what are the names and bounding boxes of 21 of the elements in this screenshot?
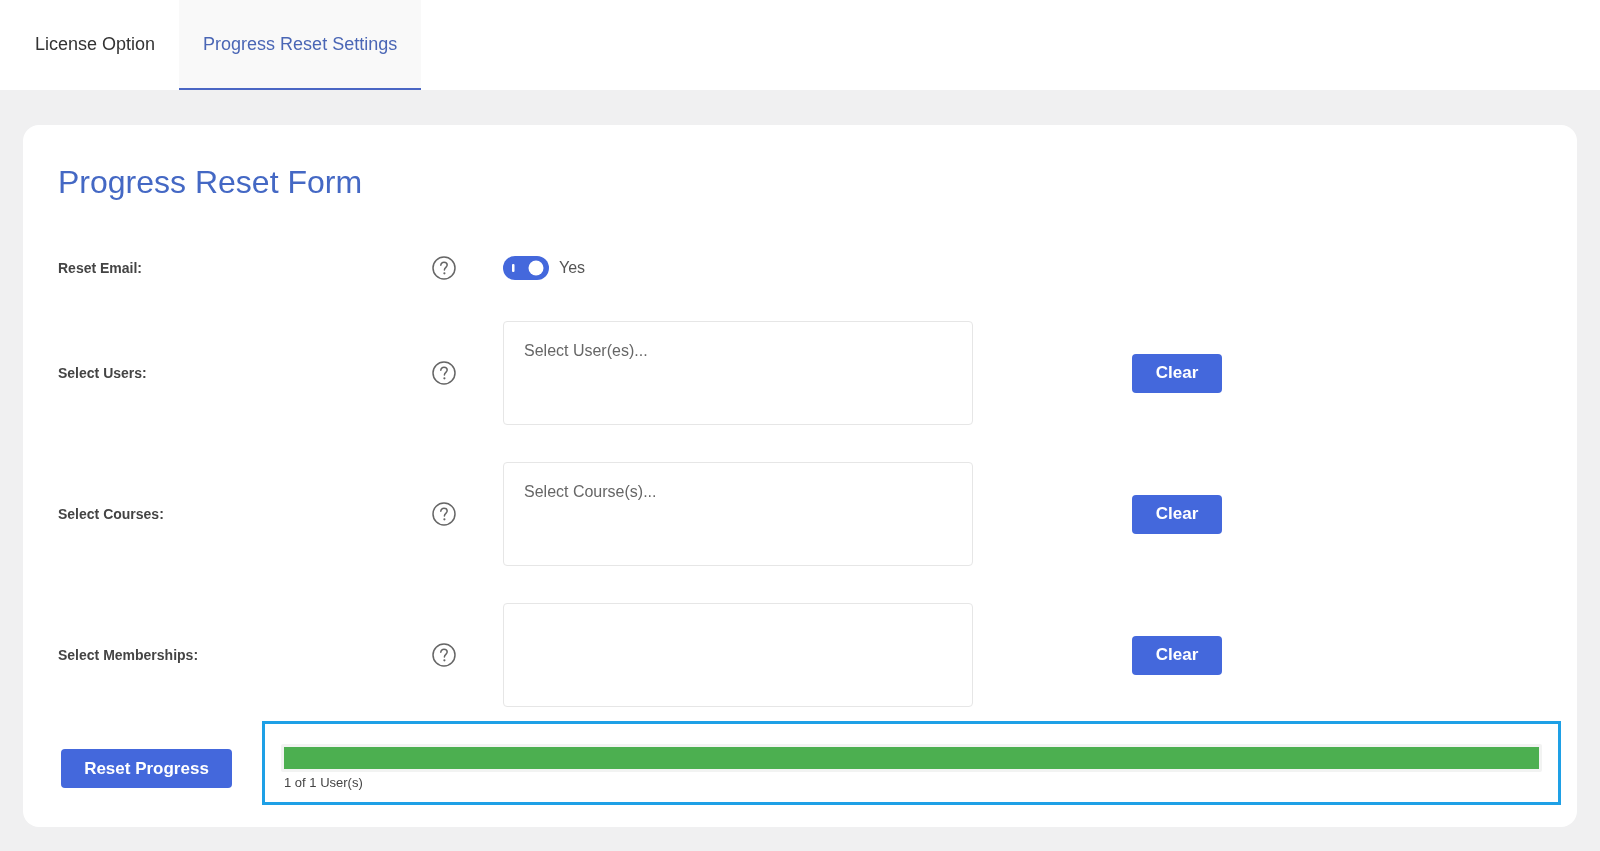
tab[interactable]: Progress Reset Settings <box>179 0 422 90</box>
help-icon[interactable] <box>432 361 456 385</box>
multiselect-field[interactable]: Select Course(s)... <box>503 462 973 566</box>
toggle-switch[interactable] <box>503 256 549 280</box>
multiselect-field[interactable] <box>503 603 973 707</box>
help-icon[interactable] <box>432 256 456 280</box>
reset-progress-button[interactable]: Reset Progress <box>61 749 232 788</box>
field-label: Select Memberships: <box>58 647 199 663</box>
field-label: Select Courses: <box>58 506 164 522</box>
clear-button[interactable]: Clear <box>1132 494 1222 534</box>
clear-button[interactable]: Clear <box>1132 353 1222 393</box>
field-label: Reset Email: <box>58 260 143 276</box>
help-icon[interactable] <box>432 502 456 526</box>
progress-text: 1 of 1 User(s) <box>284 775 363 791</box>
toggle-label: Yes <box>559 259 586 277</box>
field-label: Select Users: <box>58 365 147 381</box>
tab[interactable]: License Option <box>11 0 180 90</box>
help-icon[interactable] <box>432 643 456 667</box>
form-title: Progress Reset Form <box>58 163 363 202</box>
clear-button[interactable]: Clear <box>1132 635 1222 675</box>
multiselect-field[interactable]: Select User(es)... <box>503 321 973 425</box>
